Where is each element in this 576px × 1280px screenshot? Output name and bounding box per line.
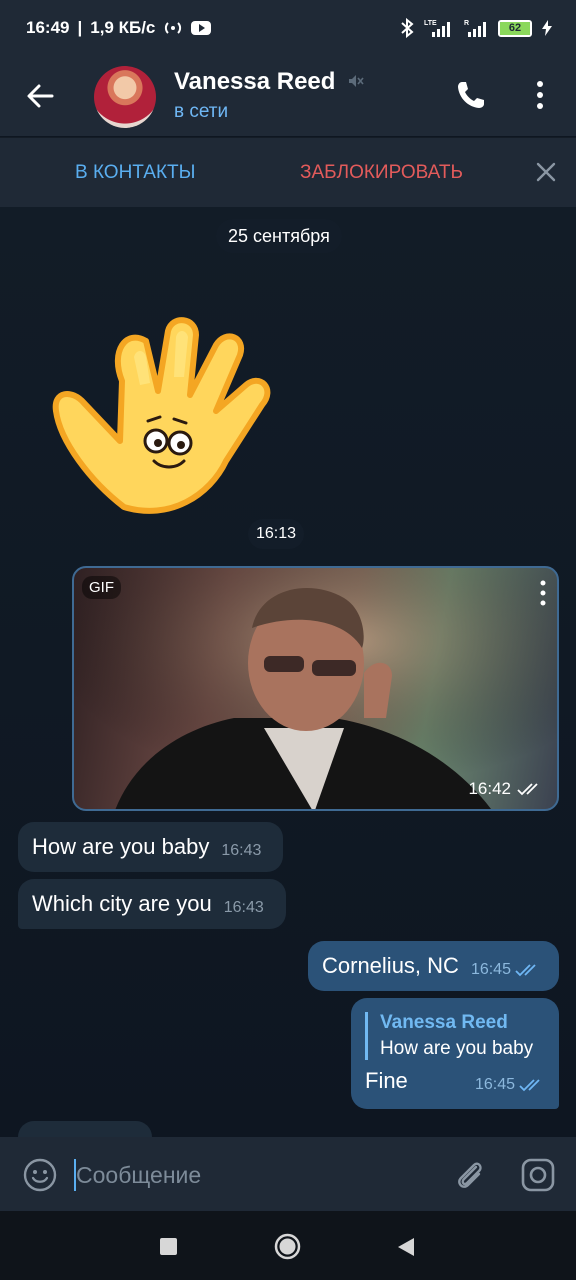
status-divider: | xyxy=(77,18,83,37)
recents-icon[interactable] xyxy=(160,1238,177,1255)
lte-signal-icon: LTE xyxy=(424,20,450,37)
avatar[interactable] xyxy=(94,66,156,128)
network-speed: 1,9 КБ/с xyxy=(90,18,156,37)
reply-text: How are you baby xyxy=(380,1038,534,1059)
message-time: 16:45 xyxy=(475,1076,545,1094)
battery-level: 62 xyxy=(500,21,530,35)
camera-icon[interactable] xyxy=(520,1157,556,1193)
status-bar: 16:49 | 1,9 КБ/с LTE R 62 xyxy=(0,0,576,56)
home-icon[interactable] xyxy=(274,1233,301,1260)
message-text: How are you baby xyxy=(32,834,210,859)
message-time: 16:43 xyxy=(221,842,262,859)
roaming-signal-icon: R xyxy=(464,20,486,37)
block-button[interactable]: ЗАБЛОКИРОВАТЬ xyxy=(300,162,463,184)
message-text: Fine xyxy=(365,1068,408,1093)
chat-header: Vanessa Reed в сети xyxy=(0,56,576,136)
muted-icon xyxy=(349,75,364,87)
message-time-text: 16:45 xyxy=(470,961,511,978)
double-check-icon xyxy=(515,964,536,977)
more-vert-icon[interactable] xyxy=(526,78,554,112)
youtube-icon xyxy=(191,21,212,35)
system-navigation-bar xyxy=(0,1211,576,1280)
incoming-message[interactable]: Which city are you 16:43 xyxy=(18,879,286,929)
message-text: Cornelius, NC xyxy=(322,953,459,978)
waving-hand-sticker[interactable] xyxy=(50,311,274,523)
message-time-text: 16:45 xyxy=(474,1076,515,1093)
outgoing-reply-message[interactable]: Vanessa Reed How are you baby Fine 16:45 xyxy=(351,998,559,1109)
reply-message-body: Fine 16:45 xyxy=(365,1068,545,1094)
incoming-message[interactable]: How are you baby 16:43 xyxy=(18,822,283,872)
outgoing-message[interactable]: Cornelius, NC 16:45 xyxy=(308,941,559,991)
partial-incoming-message[interactable] xyxy=(18,1121,152,1137)
gif-message[interactable]: GIF 16:42 xyxy=(72,566,559,811)
message-time: 16:43 xyxy=(223,899,264,916)
message-text: Which city are you xyxy=(32,891,212,916)
date-separator: 25 сентября xyxy=(216,219,342,253)
emoji-icon[interactable] xyxy=(22,1157,58,1193)
message-input[interactable] xyxy=(76,1157,436,1193)
svg-text:R: R xyxy=(464,20,469,27)
reply-quote[interactable]: Vanessa Reed How are you baby xyxy=(365,1012,533,1060)
add-contact-button[interactable]: В КОНТАКТЫ xyxy=(75,162,195,184)
battery-icon: 62 xyxy=(498,19,532,37)
chat-area[interactable]: 25 сентября 16:13 GIF 16:42 How are you … xyxy=(0,207,576,1137)
status-right: LTE R 62 xyxy=(400,18,552,38)
charging-icon xyxy=(542,20,552,36)
reply-author: Vanessa Reed xyxy=(380,1012,508,1033)
message-composer xyxy=(0,1137,576,1211)
double-check-icon xyxy=(519,1079,540,1092)
phone-icon[interactable] xyxy=(454,78,488,112)
bluetooth-icon xyxy=(401,18,414,38)
svg-text:LTE: LTE xyxy=(424,20,437,27)
paperclip-icon[interactable] xyxy=(452,1157,488,1193)
gif-preview-image xyxy=(74,568,557,809)
double-check-icon xyxy=(517,783,538,796)
gif-timestamp: 16:42 xyxy=(468,779,543,799)
status-time: 16:49 xyxy=(26,18,70,37)
back-triangle-icon[interactable] xyxy=(396,1236,416,1258)
message-time: 16:45 xyxy=(471,961,541,979)
sticker-timestamp: 16:13 xyxy=(248,519,305,549)
contact-name[interactable]: Vanessa Reed xyxy=(174,68,335,96)
contact-action-bar: В КОНТАКТЫ ЗАБЛОКИРОВАТЬ xyxy=(0,137,576,207)
more-vert-icon[interactable] xyxy=(539,580,547,606)
status-left: 16:49 | 1,9 КБ/с xyxy=(26,18,212,38)
close-icon[interactable] xyxy=(534,160,558,184)
gif-time-text: 16:42 xyxy=(468,779,511,798)
hotspot-icon xyxy=(165,22,182,34)
gif-badge: GIF xyxy=(82,576,121,599)
back-arrow-icon[interactable] xyxy=(22,78,58,114)
contact-status: в сети xyxy=(174,101,229,122)
